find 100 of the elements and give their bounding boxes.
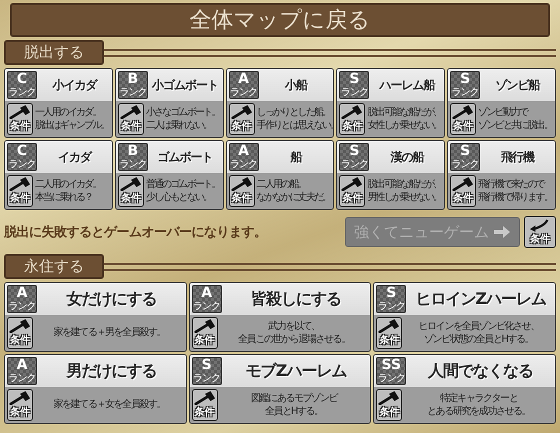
- hammer-icon: [9, 390, 31, 405]
- ending-card[interactable]: S ランク 飛行機 条件 飛行機で来たので 飛行機で帰ります。: [447, 140, 556, 210]
- ending-title: 小イカダ: [51, 76, 98, 94]
- condition-button[interactable]: 条件: [7, 389, 33, 421]
- condition-button[interactable]: 条件: [192, 317, 218, 349]
- rank-letter: A: [16, 358, 28, 373]
- hammer-icon: [194, 318, 216, 333]
- description-text: ゾンビ状態の全員とHする。: [424, 334, 534, 346]
- description-text: 図鑑にあるモブゾンビ: [250, 392, 337, 404]
- description-text: 武力を以て、: [268, 320, 320, 332]
- condition-button[interactable]: 条件: [7, 317, 33, 349]
- description-text: 脱出可能な船だが、: [367, 106, 442, 118]
- description-text: 特定キャラクターと: [440, 392, 518, 404]
- description-text: 家を建てる＋男を全員殺す。: [53, 327, 166, 339]
- description-text: ゾンビ動力で: [478, 106, 529, 118]
- rank-letter: B: [127, 144, 138, 159]
- rank-letter: S: [386, 286, 396, 301]
- rank-label: ランク: [119, 159, 146, 170]
- hammer-icon: [341, 176, 364, 191]
- ending-card[interactable]: A ランク 女だけにする 条件 家を建てる＋男を全員殺す。: [4, 282, 187, 352]
- condition-button[interactable]: 条件: [228, 175, 255, 207]
- ending-card[interactable]: S ランク モブZハーレム 条件 図鑑にあるモブゾンビ 全員とHする。: [188, 354, 372, 424]
- condition-button[interactable]: 条件: [7, 103, 33, 135]
- condition-button[interactable]: 条件: [118, 103, 144, 135]
- condition-button[interactable]: 条件: [339, 103, 366, 135]
- description-text: 二人用の船。: [256, 178, 307, 190]
- ending-title: 女だけにする: [65, 288, 158, 310]
- description-text: 本当に乗れる？: [35, 192, 94, 204]
- ending-card[interactable]: S ランク 漢の船 条件 脱出可能な船だが、 男性しか乗せない。: [336, 140, 446, 210]
- description-text: しっかりとした船。: [256, 106, 332, 118]
- ending-title: 男だけにする: [65, 360, 158, 382]
- ending-card[interactable]: C ランク イカダ 条件 二人用のイカダ。 本当に乗れる？: [4, 140, 113, 210]
- condition-button[interactable]: 条件: [118, 175, 144, 207]
- ending-title: ハーレム船: [378, 76, 436, 94]
- condition-button[interactable]: 条件: [450, 175, 476, 207]
- rank-label: ランク: [230, 159, 258, 170]
- rank-letter: A: [238, 144, 250, 159]
- rank-letter: B: [127, 72, 138, 87]
- arrow-icon: [493, 226, 511, 238]
- ending-title: 船: [289, 148, 303, 166]
- rank-label: ランク: [452, 159, 479, 170]
- rank-label: ランク: [193, 373, 220, 384]
- description-text: 手作りとは思えない。: [256, 120, 332, 132]
- condition-button[interactable]: 条件: [192, 389, 218, 421]
- ending-card[interactable]: A ランク 皆殺しにする 条件 武力を以て、 全員この世から退場させる。: [188, 282, 372, 352]
- hammer-icon: [120, 104, 142, 119]
- rank-label: ランク: [452, 87, 479, 98]
- rank-label: ランク: [8, 373, 36, 384]
- ending-card[interactable]: S ランク ゾンビ船 条件 ゾンビ動力で ゾンビと共に脱出。: [447, 68, 556, 138]
- hammer-icon: [230, 176, 253, 191]
- description-text: 脱出可能な船だが、: [367, 178, 442, 190]
- description-text: 全員この世から退場させる。: [238, 334, 350, 346]
- condition-button[interactable]: 条件: [376, 389, 402, 421]
- rank-label: ランク: [378, 373, 405, 384]
- section-title: 永住する: [4, 254, 104, 279]
- description-text: ヒロインを全員ゾンビ化させ、: [418, 320, 539, 332]
- rank-label: ランク: [119, 87, 146, 98]
- description-text: 飛行機で来たので: [478, 178, 546, 190]
- hammer-icon: [120, 176, 142, 191]
- description-text: 小さなゴムボート。: [146, 106, 221, 118]
- condition-button[interactable]: 条件: [228, 103, 255, 135]
- section-title: 脱出する: [4, 40, 104, 65]
- rank-label: ランク: [8, 301, 36, 312]
- rank-letter: S: [202, 358, 212, 373]
- rank-label: ランク: [230, 87, 258, 98]
- ending-title: イカダ: [56, 148, 93, 166]
- ending-title: 小ゴムボート: [150, 76, 220, 94]
- rank-letter: S: [349, 144, 360, 159]
- hammer-icon: [452, 104, 474, 119]
- hammer-icon: [378, 390, 400, 405]
- description-text: 普通のゴムボート。: [146, 178, 221, 190]
- description-text: とある研究を成功させる。: [427, 406, 530, 418]
- hammer-icon: [9, 176, 31, 191]
- return-arrow-icon: [529, 217, 551, 232]
- condition-button[interactable]: 条件: [7, 175, 33, 207]
- ending-card[interactable]: SS ランク 人間でなくなる 条件 特定キャラクターと とある研究を成功させる。: [373, 354, 556, 424]
- ending-card[interactable]: A ランク 船 条件 二人用の船。 なかなかに丈夫だ。: [226, 140, 334, 210]
- condition-button[interactable]: 条件: [376, 317, 402, 349]
- rank-letter: S: [349, 72, 360, 87]
- rank-label: ランク: [193, 301, 220, 312]
- ending-title: 漢の船: [389, 148, 425, 166]
- ending-card[interactable]: C ランク 小イカダ 条件 一人用のイカダ。 脱出はギャンブル。: [4, 68, 113, 138]
- rank-letter: A: [16, 286, 28, 301]
- condition-button[interactable]: 条件: [339, 175, 366, 207]
- ending-title: ヒロインZハーレム: [414, 288, 548, 310]
- description-text: なかなかに丈夫だ。: [256, 192, 332, 204]
- condition-button[interactable]: 条件: [450, 103, 476, 135]
- ending-title: モブZハーレム: [244, 360, 348, 382]
- rank-label: ランク: [378, 301, 405, 312]
- ending-title: 皆殺しにする: [250, 288, 342, 310]
- condition-button[interactable]: 条件: [524, 216, 556, 248]
- hammer-icon: [194, 390, 216, 405]
- ending-card[interactable]: A ランク 小船 条件 しっかりとした船。 手作りとは思えない。: [226, 68, 334, 138]
- description-text: 飛行機で帰ります。: [478, 192, 553, 204]
- rank-letter: SS: [382, 358, 402, 373]
- ending-title: 飛行機: [500, 148, 536, 166]
- ending-card[interactable]: A ランク 男だけにする 条件 家を建てる＋女を全員殺す。: [4, 354, 187, 424]
- warning-text: 脱出に失敗するとゲームオーバーになります。: [4, 224, 268, 241]
- description-text: 女性しか乗せない。: [367, 120, 442, 132]
- back-button[interactable]: 全体マップに戻る: [10, 3, 550, 37]
